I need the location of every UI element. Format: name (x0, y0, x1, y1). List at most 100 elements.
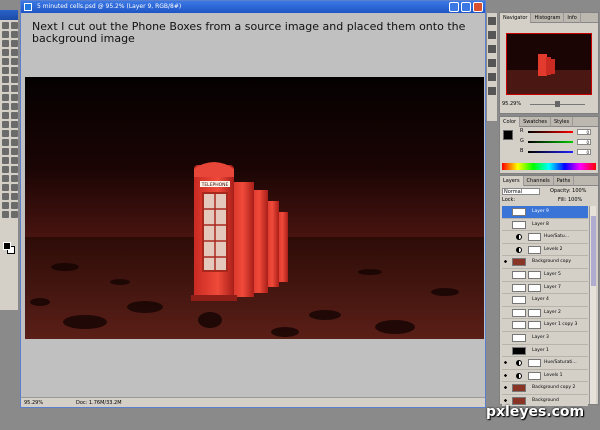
tool-button[interactable] (2, 202, 9, 209)
tool-button[interactable] (11, 211, 18, 218)
layer-comps-icon[interactable] (488, 73, 496, 81)
layer-row[interactable]: Layer 3 (502, 331, 588, 345)
layer-mask-thumbnail[interactable] (528, 359, 541, 368)
tool-button[interactable] (11, 22, 18, 29)
layer-visibility-eye-icon[interactable] (503, 297, 508, 302)
tool-button[interactable] (2, 58, 9, 65)
layer-mask-thumbnail[interactable] (528, 245, 541, 254)
layer-thumbnail[interactable] (512, 220, 526, 229)
minimize-button[interactable] (449, 2, 459, 12)
navigator-zoom-slider-handle[interactable] (555, 101, 560, 107)
tool-button[interactable] (11, 121, 18, 128)
tool-button[interactable] (2, 139, 9, 146)
tool-button[interactable] (11, 139, 18, 146)
color-b-slider[interactable] (528, 151, 573, 153)
tool-button[interactable] (2, 175, 9, 182)
tool-button[interactable] (11, 175, 18, 182)
tool-button[interactable] (11, 166, 18, 173)
close-button[interactable] (473, 2, 483, 12)
color-foreground-swatch[interactable] (503, 130, 513, 140)
tool-button[interactable] (11, 49, 18, 56)
tool-button[interactable] (2, 193, 9, 200)
tool-button[interactable] (2, 130, 9, 137)
brush-palette-icon[interactable] (488, 17, 496, 25)
tab-paths[interactable]: Paths (554, 176, 575, 186)
tool-button[interactable] (2, 40, 9, 47)
tools-panel-header[interactable] (0, 10, 18, 20)
fill-field[interactable]: Fill: 100% (558, 197, 582, 203)
tab-color[interactable]: Color (500, 117, 521, 127)
tool-button[interactable] (11, 103, 18, 110)
tool-button[interactable] (2, 85, 9, 92)
history-icon[interactable] (488, 87, 496, 95)
layer-thumbnail[interactable] (512, 308, 526, 317)
layer-visibility-eye-icon[interactable] (503, 259, 508, 265)
layer-visibility-eye-icon[interactable] (503, 209, 508, 214)
color-g-value[interactable]: 0 (577, 139, 591, 145)
layer-visibility-eye-icon[interactable] (503, 360, 508, 366)
layer-visibility-eye-icon[interactable] (503, 310, 508, 315)
status-zoom[interactable]: 95.29% (24, 398, 43, 408)
layer-mask-thumbnail[interactable] (528, 233, 541, 242)
layer-mask-thumbnail[interactable] (528, 270, 541, 279)
color-b-value[interactable]: 0 (577, 149, 591, 155)
layer-row[interactable]: Hue/Saturati... (502, 357, 588, 370)
tool-button[interactable] (11, 184, 18, 191)
layer-visibility-eye-icon[interactable] (503, 372, 508, 378)
layer-row[interactable]: Layer 8 (502, 218, 588, 232)
navigator-preview[interactable] (506, 33, 592, 95)
tool-button[interactable] (11, 58, 18, 65)
layer-mask-thumbnail[interactable] (528, 321, 541, 330)
tool-button[interactable] (11, 76, 18, 83)
tool-button[interactable] (2, 103, 9, 110)
tool-button[interactable] (2, 67, 9, 74)
color-r-slider[interactable] (528, 131, 573, 133)
blend-mode-select[interactable]: Normal (502, 188, 540, 195)
tool-button[interactable] (11, 31, 18, 38)
layer-visibility-eye-icon[interactable] (503, 247, 508, 252)
color-g-slider[interactable] (528, 141, 573, 143)
layer-thumbnail[interactable] (512, 283, 526, 292)
layer-row[interactable]: Layer 2 (502, 306, 588, 320)
layers-scrollbar[interactable] (589, 206, 596, 404)
layer-visibility-eye-icon[interactable] (503, 222, 508, 227)
maximize-button[interactable] (461, 2, 471, 12)
image-canvas[interactable]: TELEPHONE (25, 77, 484, 339)
layer-visibility-eye-icon[interactable] (503, 234, 508, 239)
tab-info[interactable]: Info (564, 13, 581, 23)
layer-row[interactable]: Levels 2 (502, 243, 588, 257)
navigator-zoom-field[interactable]: 95.29% (502, 101, 521, 107)
foreground-color-swatch[interactable] (3, 242, 11, 250)
tool-button[interactable] (2, 148, 9, 155)
tool-button[interactable] (11, 202, 18, 209)
layer-thumbnail[interactable] (512, 296, 526, 305)
tab-layers[interactable]: Layers (500, 176, 524, 186)
layer-row[interactable]: Layer 5 (502, 268, 588, 282)
tool-button[interactable] (11, 94, 18, 101)
layer-visibility-eye-icon[interactable] (503, 335, 508, 340)
layer-row[interactable]: Hue/Satu... (502, 231, 588, 244)
layer-row[interactable]: Levels 1 (502, 369, 588, 383)
layer-visibility-eye-icon[interactable] (503, 272, 508, 277)
layer-mask-thumbnail[interactable] (528, 308, 541, 317)
tool-button[interactable] (11, 40, 18, 47)
tool-button[interactable] (2, 94, 9, 101)
layer-thumbnail[interactable] (512, 258, 526, 267)
tool-button[interactable] (11, 193, 18, 200)
tool-button[interactable] (2, 22, 9, 29)
layer-thumbnail[interactable] (512, 321, 526, 330)
tool-button[interactable] (2, 76, 9, 83)
layer-thumbnail[interactable] (512, 346, 526, 355)
tool-button[interactable] (11, 67, 18, 74)
tool-button[interactable] (2, 31, 9, 38)
color-spectrum-bar[interactable] (502, 163, 596, 170)
tool-button[interactable] (2, 112, 9, 119)
tool-button[interactable] (2, 184, 9, 191)
document-titlebar[interactable]: 5 minuted cells.psd @ 95.2% (Layer 9, RG… (21, 1, 485, 13)
tool-button[interactable] (2, 211, 9, 218)
tab-navigator[interactable]: Navigator (500, 13, 532, 23)
layer-row[interactable]: Layer 9 (502, 206, 588, 219)
tool-button[interactable] (11, 130, 18, 137)
paragraph-icon[interactable] (488, 59, 496, 67)
layer-visibility-eye-icon[interactable] (503, 397, 508, 403)
